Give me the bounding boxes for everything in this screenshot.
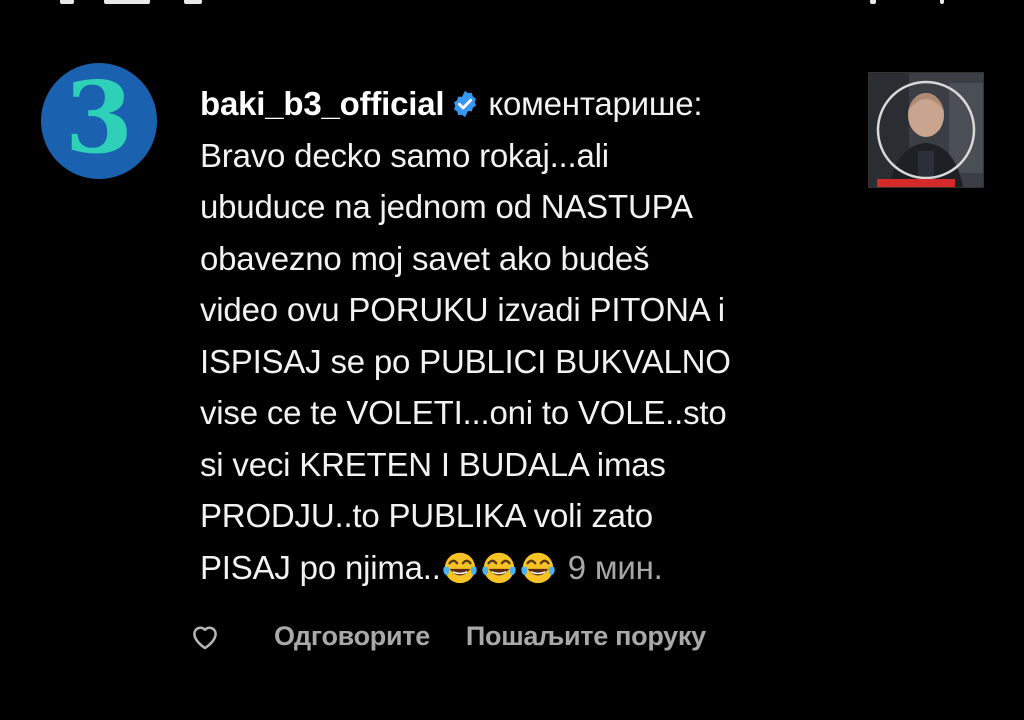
comment-username[interactable]: baki_b3_official xyxy=(200,85,445,122)
verified-badge-icon xyxy=(454,90,477,118)
comment-actions: Одговорите Пошаљите поруку xyxy=(188,614,706,658)
reply-button[interactable]: Одговорите xyxy=(274,621,430,652)
heart-icon[interactable] xyxy=(188,619,222,653)
face-with-tears-of-joy-icon xyxy=(443,552,477,583)
avatar-logo: 3 xyxy=(64,61,134,176)
avatar[interactable]: 3 xyxy=(41,63,157,179)
comment-timestamp: 9 мин. xyxy=(567,548,663,586)
post-thumbnail-image xyxy=(869,73,983,187)
send-message-button[interactable]: Пошаљите поруку xyxy=(466,621,706,652)
post-thumbnail[interactable] xyxy=(868,72,984,188)
comment-block: baki_b3_official коментарише: Bravo deck… xyxy=(200,78,820,593)
comment-text: Bravo decko samo rokaj...ali ubuduce na … xyxy=(200,136,731,586)
comment-action-text: коментарише: xyxy=(488,85,703,122)
cropped-top-text xyxy=(0,0,1024,10)
face-with-tears-of-joy-icon xyxy=(521,552,555,583)
face-with-tears-of-joy-icon xyxy=(482,552,516,583)
